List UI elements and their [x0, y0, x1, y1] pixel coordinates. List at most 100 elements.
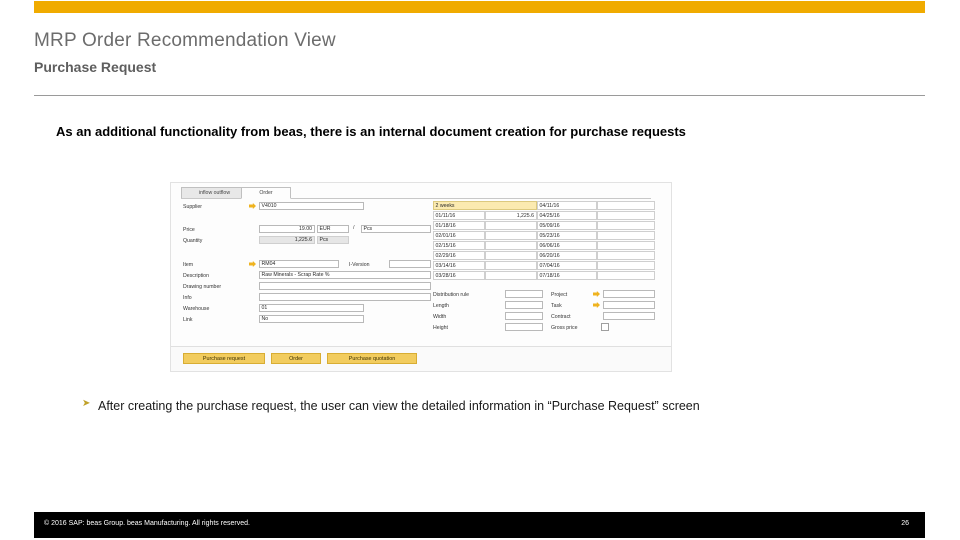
purchase-request-button[interactable]: Purchase request	[183, 353, 265, 364]
gross-price-checkbox[interactable]	[601, 323, 609, 331]
supplier-link-arrow-icon[interactable]	[249, 203, 256, 209]
grid-date-right[interactable]: 05/23/16	[537, 231, 597, 240]
grid-date-right[interactable]: 05/09/16	[537, 221, 597, 230]
info-input[interactable]	[259, 293, 431, 301]
table-row[interactable]: 02/01/16 05/23/16	[433, 231, 655, 241]
order-button[interactable]: Order	[271, 353, 321, 364]
item-input[interactable]: RM04	[259, 260, 339, 268]
grid-qty[interactable]	[485, 241, 537, 250]
grid-qty[interactable]: 1,225.6	[485, 211, 537, 220]
grid-date-right[interactable]: 07/18/16	[537, 271, 597, 280]
bullet-arrow-icon: ➤	[82, 398, 91, 409]
grid-value[interactable]	[597, 271, 655, 280]
grid-value[interactable]	[597, 231, 655, 240]
warehouse-select[interactable]: 01	[259, 304, 364, 312]
grid-date-right[interactable]: 07/04/16	[537, 261, 597, 270]
grid-date-left[interactable]: 02/29/16	[433, 251, 485, 260]
intro-paragraph: As an additional functionality from beas…	[56, 124, 686, 139]
label-quantity: Quantity	[183, 238, 203, 244]
schedule-grid[interactable]: 2 weeks 04/11/16 01/11/16 1,225.6 04/25/…	[433, 201, 655, 281]
item-link-arrow-icon[interactable]	[249, 261, 256, 267]
grid-date-left[interactable]: 03/28/16	[433, 271, 485, 280]
tab-inflow-outflow[interactable]: inflow outflow	[181, 187, 248, 198]
slide-header: MRP Order Recommendation View Purchase R…	[34, 29, 925, 77]
grid-qty[interactable]	[485, 221, 537, 230]
grid-qty[interactable]	[485, 231, 537, 240]
footer-page-number: 26	[901, 520, 909, 527]
price-currency-select[interactable]: EUR	[317, 225, 349, 233]
table-row[interactable]: 01/11/16 1,225.6 04/25/16	[433, 211, 655, 221]
page-subtitle: Purchase Request	[34, 59, 157, 75]
header-divider	[34, 95, 925, 96]
grid-header-date[interactable]: 04/11/16	[537, 201, 597, 210]
purchase-quotation-button[interactable]: Purchase quotation	[327, 353, 417, 364]
grid-value[interactable]	[597, 241, 655, 250]
table-row[interactable]: 03/14/16 07/04/16	[433, 261, 655, 271]
top-accent-bar	[34, 1, 925, 13]
grid-qty[interactable]	[485, 261, 537, 270]
label-width: Width	[433, 314, 447, 320]
grid-date-left[interactable]: 01/11/16	[433, 211, 485, 220]
grid-value[interactable]	[597, 261, 655, 270]
label-gross-price: Gross price	[551, 325, 578, 331]
grid-period-select[interactable]: 2 weeks	[433, 201, 537, 210]
grid-value[interactable]	[597, 211, 655, 220]
project-select[interactable]	[603, 290, 655, 298]
label-link: Link	[183, 317, 193, 323]
grid-date-left[interactable]: 01/18/16	[433, 221, 485, 230]
i-version-select[interactable]	[389, 260, 431, 268]
task-select[interactable]	[603, 301, 655, 309]
label-supplier: Supplier	[183, 204, 203, 210]
price-unit-separator: /	[353, 225, 355, 231]
grid-date-right[interactable]: 06/06/16	[537, 241, 597, 250]
description-input[interactable]: Raw Minerals - Scrap Rate %	[259, 271, 431, 279]
table-row[interactable]: 01/18/16 05/09/16	[433, 221, 655, 231]
grid-value[interactable]	[597, 251, 655, 260]
label-item: Item	[183, 262, 194, 268]
width-input[interactable]	[505, 312, 543, 320]
length-input[interactable]	[505, 301, 543, 309]
purchase-request-button-label: Purchase request	[202, 355, 246, 362]
price-unit-input[interactable]: Pcs	[361, 225, 431, 233]
order-button-label: Order	[289, 355, 303, 362]
table-row[interactable]: 02/15/16 06/06/16	[433, 241, 655, 251]
label-description: Description	[183, 273, 209, 279]
quantity-value: 1,225.6	[259, 236, 315, 244]
label-height: Height	[433, 325, 448, 331]
grid-qty[interactable]	[485, 271, 537, 280]
footer-bar: © 2016 SAP: beas Group. beas Manufacturi…	[34, 512, 925, 538]
label-distribution-rule: Distribution rule	[433, 292, 470, 298]
height-input[interactable]	[505, 323, 543, 331]
tab-order[interactable]: Order	[241, 187, 291, 199]
project-link-arrow-icon[interactable]	[593, 291, 600, 297]
bullet-text: After creating the purchase request, the…	[98, 399, 700, 413]
label-drawing-number: Drawing number	[183, 284, 222, 290]
task-link-arrow-icon[interactable]	[593, 302, 600, 308]
label-i-version: I-Version	[349, 262, 370, 268]
grid-qty[interactable]	[485, 251, 537, 260]
purchase-quotation-button-label: Purchase quotation	[348, 355, 396, 362]
label-project: Project	[551, 292, 568, 298]
price-input[interactable]: 19.00	[259, 225, 315, 233]
grid-date-left[interactable]: 02/01/16	[433, 231, 485, 240]
distribution-rule-select[interactable]	[505, 290, 543, 298]
grid-value[interactable]	[597, 221, 655, 230]
app-screenshot: inflow outflow Order Supplier V4010 Pric…	[170, 182, 672, 372]
bullet-item: ➤ After creating the purchase request, t…	[82, 396, 782, 416]
drawing-number-input[interactable]	[259, 282, 431, 290]
grid-date-left[interactable]: 02/15/16	[433, 241, 485, 250]
link-select[interactable]: No	[259, 315, 364, 323]
supplier-input[interactable]: V4010	[259, 202, 364, 210]
grid-date-left[interactable]: 03/14/16	[433, 261, 485, 270]
table-row[interactable]: 03/28/16 07/18/16	[433, 271, 655, 281]
tab-order-label: Order	[259, 190, 273, 196]
contract-select[interactable]	[603, 312, 655, 320]
grid-date-right[interactable]: 04/25/16	[537, 211, 597, 220]
page-title: MRP Order Recommendation View	[34, 30, 336, 51]
grid-date-right[interactable]: 06/20/16	[537, 251, 597, 260]
grid-header-value[interactable]	[597, 201, 655, 210]
quantity-unit: Pcs	[317, 236, 349, 244]
label-contract: Contract	[551, 314, 571, 320]
dimension-block: Distribution rule Project Length Task Wi…	[433, 290, 655, 334]
table-row[interactable]: 02/29/16 06/20/16	[433, 251, 655, 261]
